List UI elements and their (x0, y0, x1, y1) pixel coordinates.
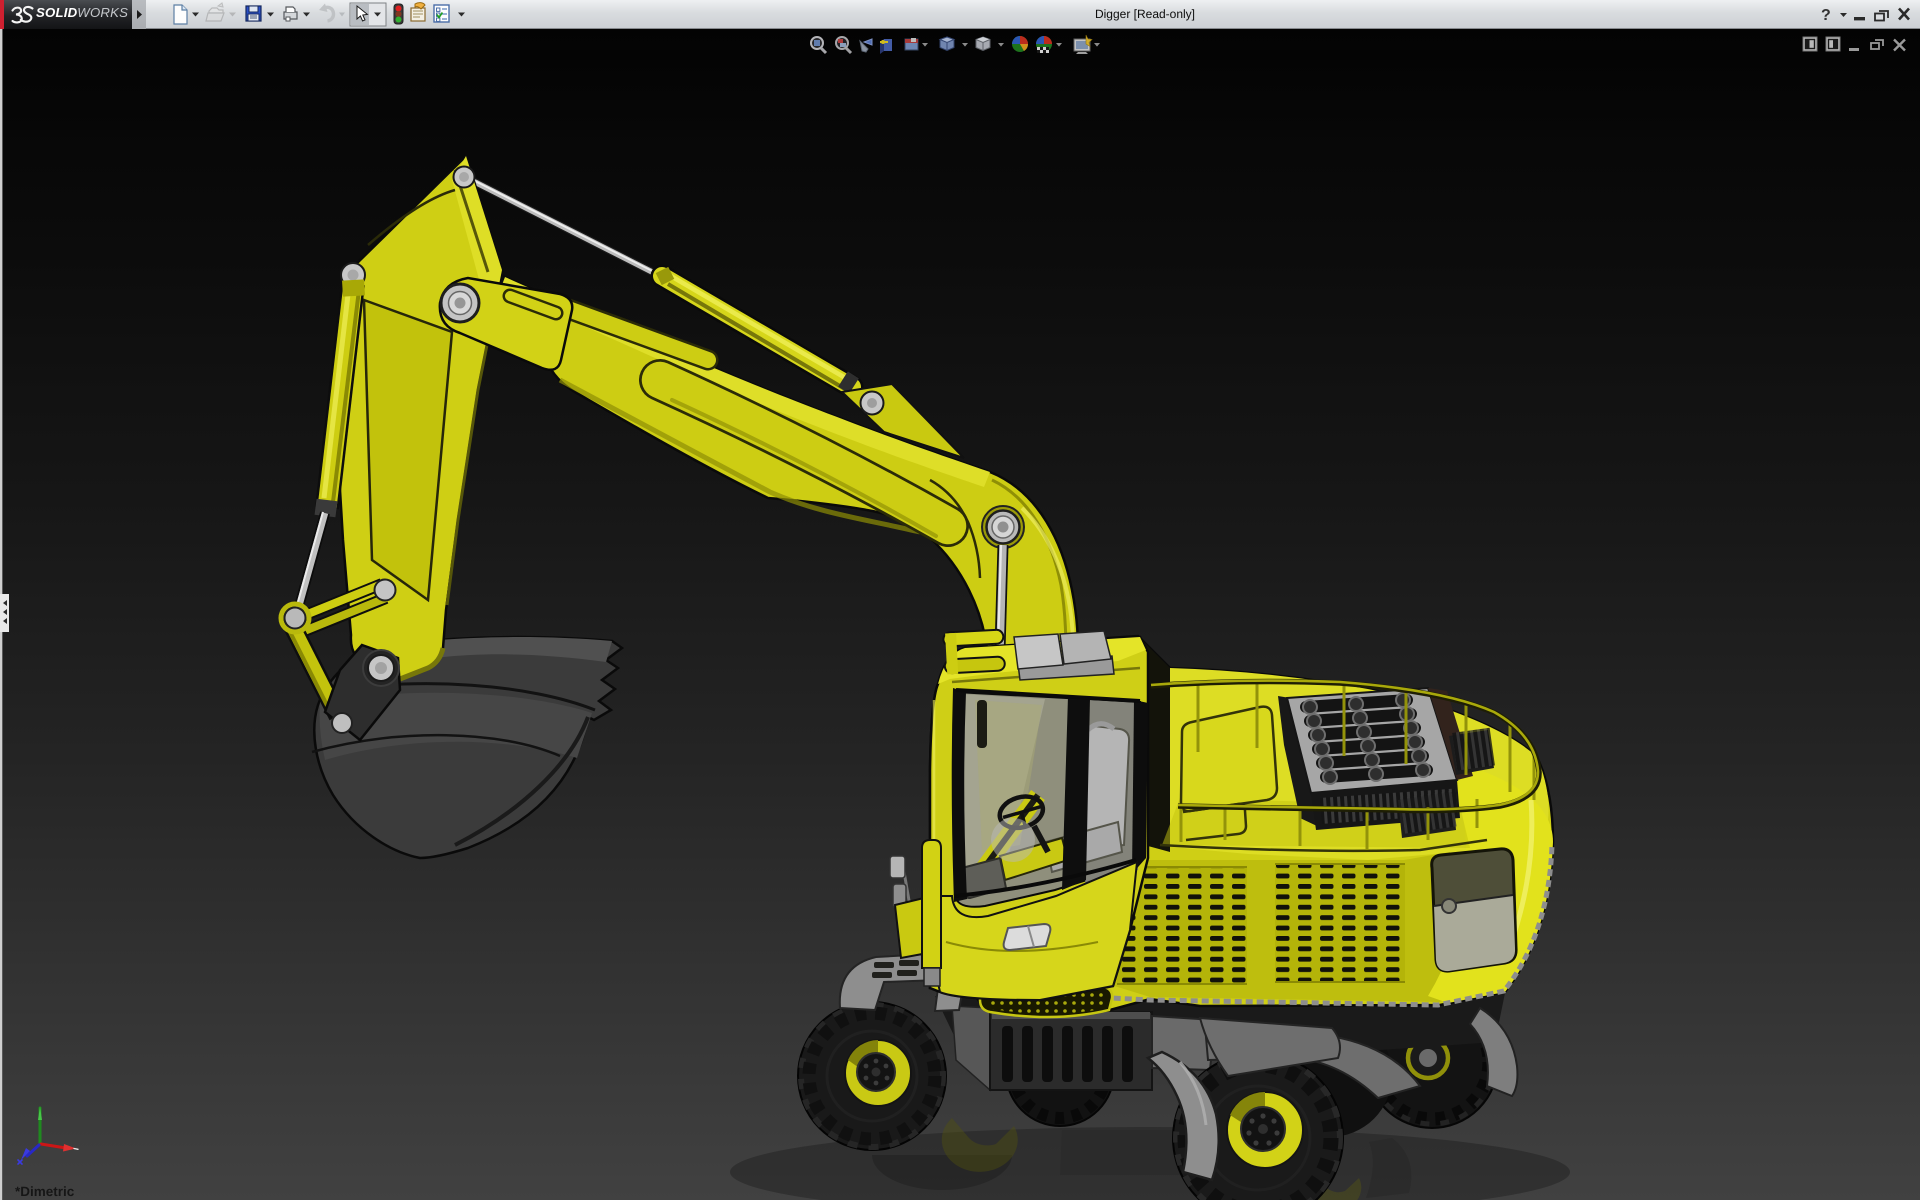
svg-text:?: ? (1821, 7, 1831, 24)
